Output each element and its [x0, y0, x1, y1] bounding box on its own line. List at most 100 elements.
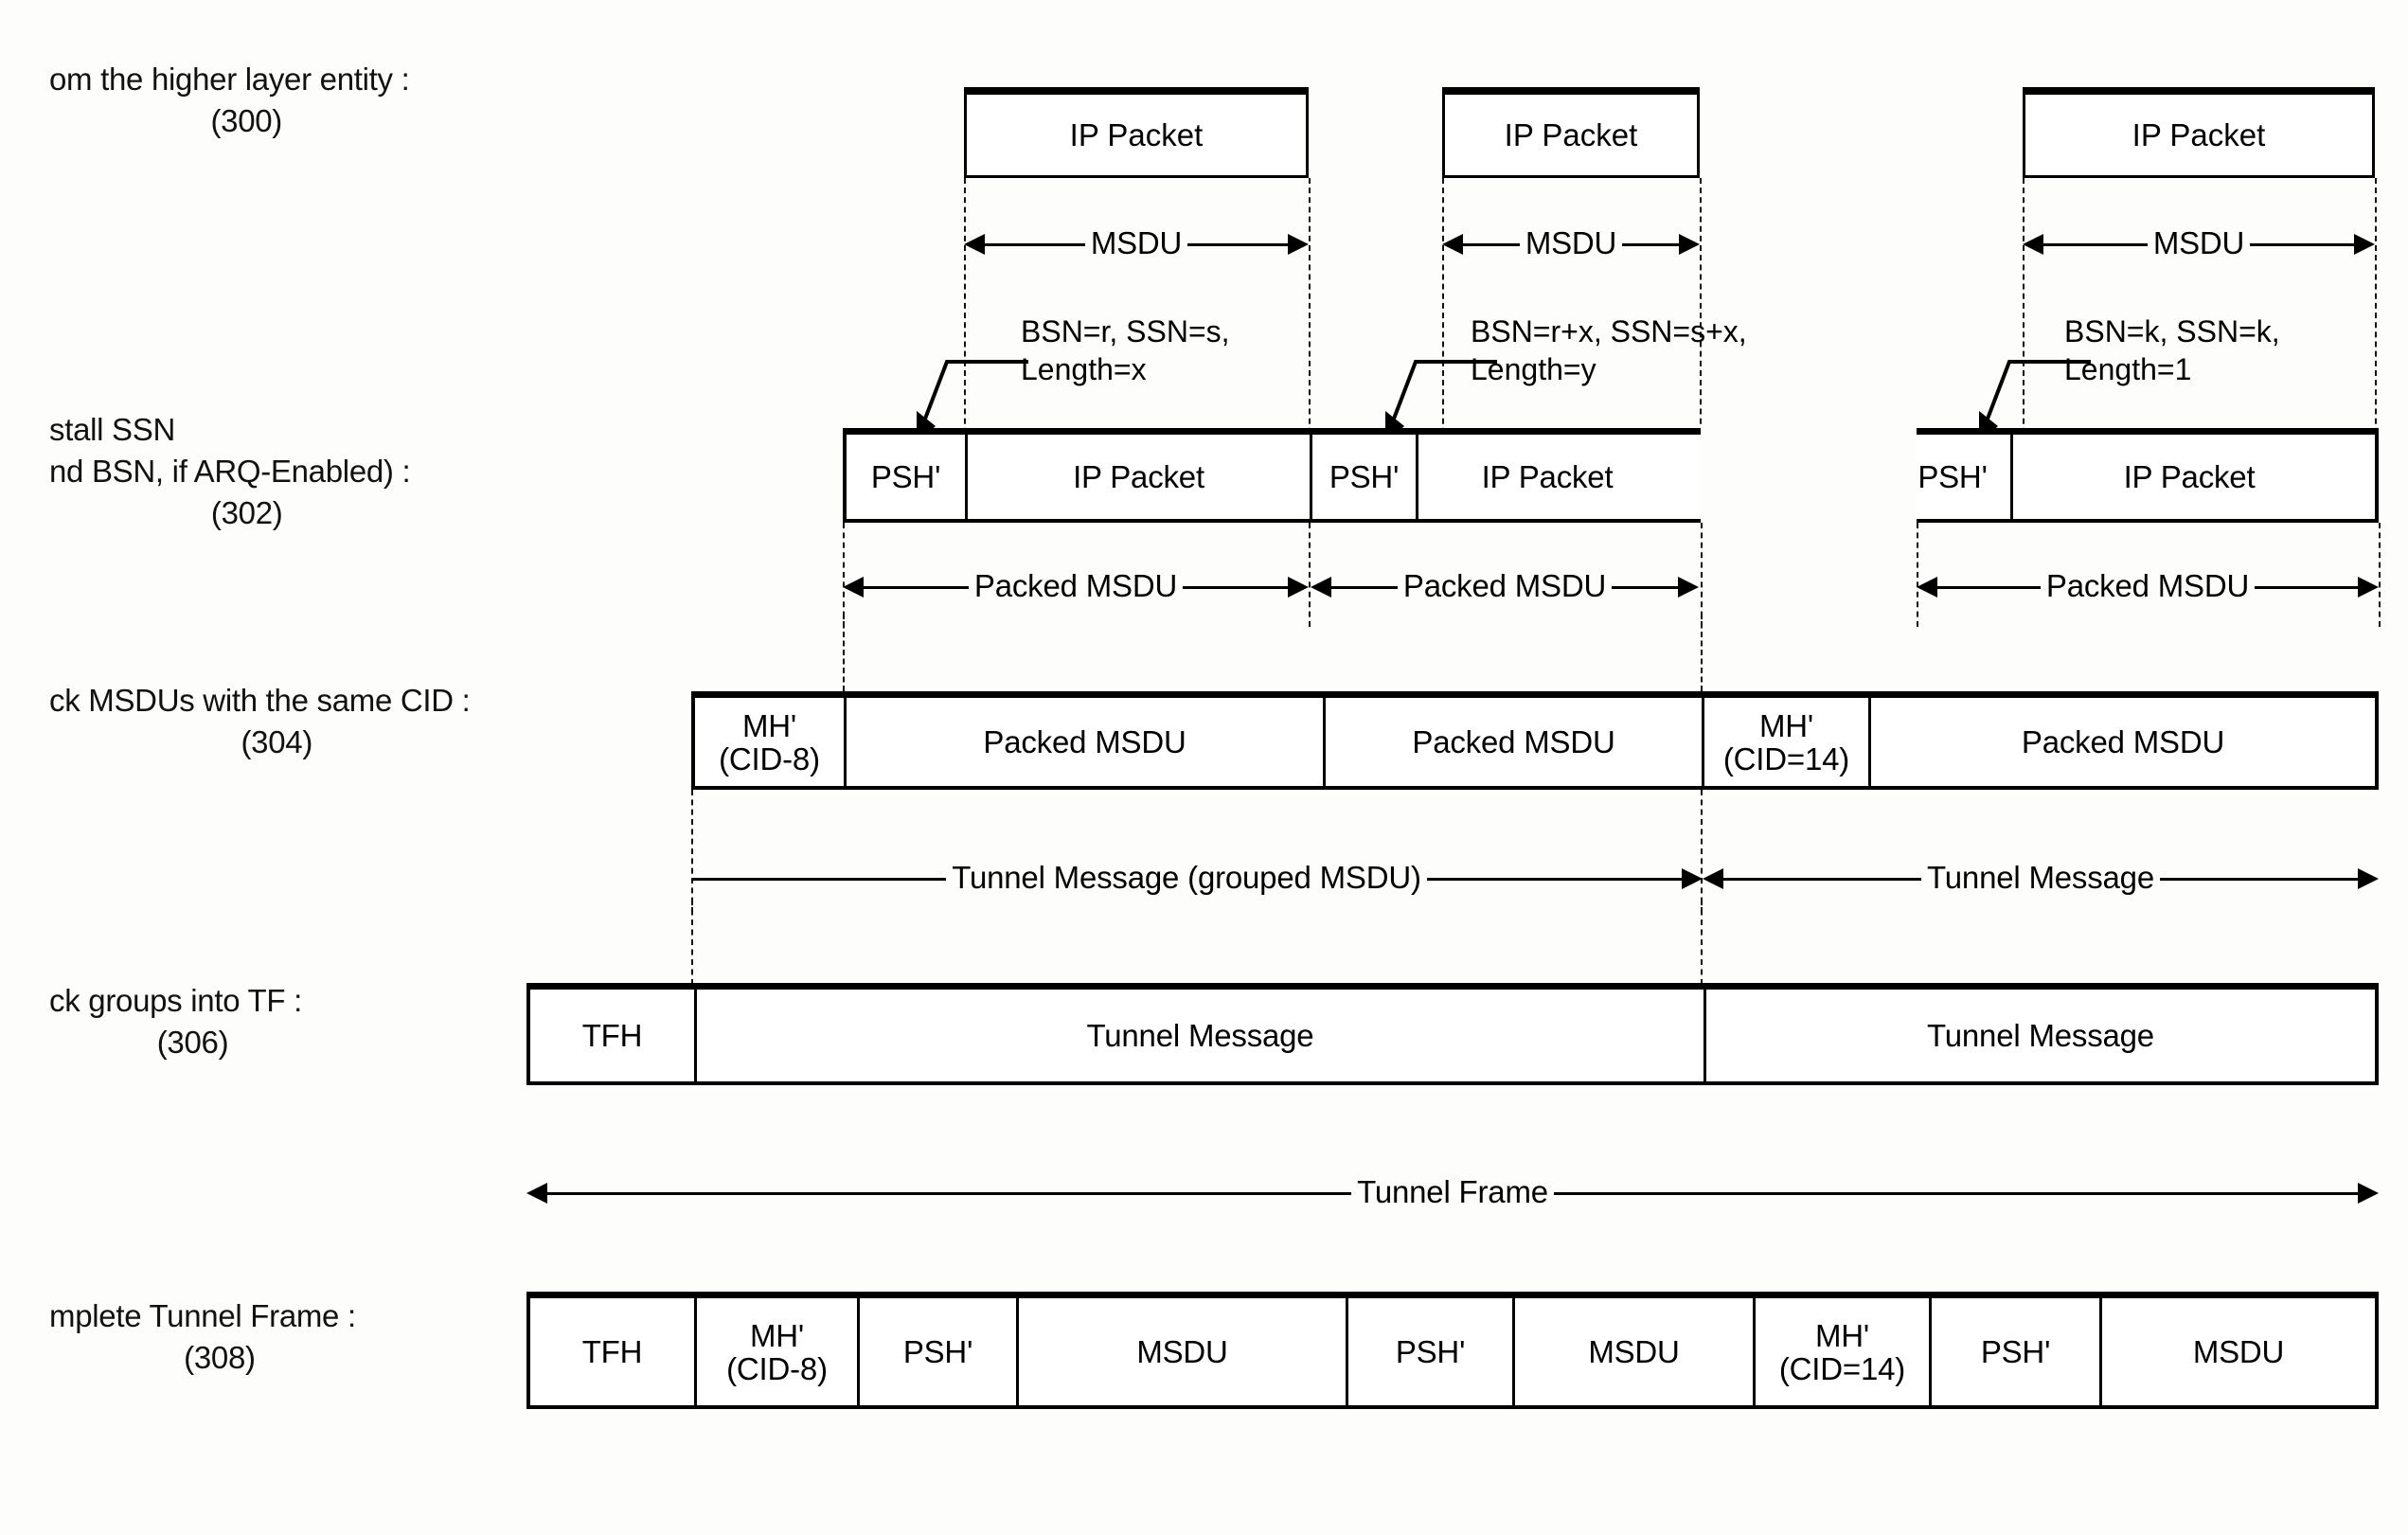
guide-dash-g2: [1701, 900, 1703, 985]
cell-mh-cid-14-line2: (CID=14): [1722, 741, 1850, 776]
callout-bsn-ssn-2: BSN=r+x, SSN=s+x, Length=y: [1471, 312, 1747, 388]
row-308-complete-tunnel-frame: TFH MH' (CID-8) PSH' MSDU PSH' MSDU MH' …: [526, 1292, 2379, 1409]
dimension-msdu-1: MSDU: [964, 225, 1309, 263]
cell-tfh-306: TFH: [530, 990, 697, 1081]
dimension-tunnel-message-2-label: Tunnel Message: [1927, 859, 2154, 895]
stage-label-306: ck groups into TF : (306): [49, 980, 302, 1063]
arrow-right-icon: [2358, 1183, 2380, 1204]
cell-mh-cid-8: MH' (CID-8): [695, 698, 847, 786]
dimension-line: [2043, 242, 2148, 246]
arrow-left-icon: [1917, 577, 1937, 598]
cell-mh-cid-8-line1: MH': [741, 707, 797, 743]
stage-label-300: om the higher layer entity : (300): [49, 59, 410, 142]
stage-label-300-line1: om the higher layer entity :: [49, 62, 410, 97]
callout-bsn-ssn-1-line1: BSN=r, SSN=s,: [1021, 314, 1230, 348]
cell-packed-msdu-2-label: Packed MSDU: [1412, 723, 1615, 759]
guide-dash-g1: [691, 900, 693, 985]
cell-psh-1: PSH': [847, 435, 968, 519]
cell-psh-2-label: PSH': [1329, 458, 1400, 494]
cell-tunnel-message-2-label: Tunnel Message: [1927, 1017, 2154, 1053]
dimension-line: [547, 1191, 1352, 1195]
dimension-line: [985, 242, 1085, 246]
dimension-line: [1937, 585, 2041, 589]
cell-packed-msdu-1: Packed MSDU: [847, 698, 1326, 786]
dimension-tunnel-message-2: Tunnel Message: [1703, 859, 2380, 898]
cell-tunnel-message-1: Tunnel Message: [697, 990, 1706, 1081]
dimension-line: [691, 877, 947, 881]
dimension-tunnel-frame: Tunnel Frame: [526, 1174, 2380, 1212]
cell-308-msdu-3: MSDU: [2102, 1298, 2375, 1405]
dimension-msdu-1-label: MSDU: [1090, 224, 1183, 260]
stage-label-308: mplete Tunnel Frame : (308): [49, 1295, 356, 1379]
row-304-tunnel-messages: MH' (CID-8) Packed MSDU Packed MSDU MH' …: [691, 691, 2379, 790]
dimension-line: [2159, 877, 2359, 881]
cell-mh-cid-8-line2: (CID-8): [719, 741, 820, 776]
ip-packet-box-1-label: IP Packet: [1069, 116, 1204, 152]
cell-308-psh-2-label: PSH': [1395, 1333, 1466, 1369]
arrow-left-icon: [843, 577, 864, 598]
stage-number-300: (300): [210, 103, 282, 138]
dimension-line: [1622, 242, 1679, 246]
dimension-line: [2255, 585, 2359, 589]
cell-ip-packet-2-label: IP Packet: [1481, 458, 1614, 494]
cell-packed-msdu-2: Packed MSDU: [1326, 698, 1704, 786]
guide-dash-d3: [1701, 523, 1703, 627]
callout-bsn-ssn-1: BSN=r, SSN=s, Length=x: [1021, 312, 1230, 388]
stage-number-302: (302): [210, 495, 283, 530]
stage-number-304: (304): [241, 724, 313, 759]
arrow-left-icon: [2023, 234, 2043, 255]
cell-tunnel-message-1-label: Tunnel Message: [1086, 1017, 1314, 1053]
dimension-msdu-2: MSDU: [1442, 225, 1700, 263]
cell-tfh-308: TFH: [530, 1298, 697, 1405]
dimension-msdu-3: MSDU: [2023, 225, 2375, 263]
stage-label-302-line2: nd BSN, if ARQ-Enabled) :: [49, 454, 411, 489]
dimension-packed-msdu-1: Packed MSDU: [843, 567, 1310, 606]
cell-mh-cid-14: MH' (CID=14): [1704, 698, 1871, 786]
cell-packed-msdu-3-label: Packed MSDU: [2021, 723, 2225, 759]
stage-label-308-line1: mplete Tunnel Frame :: [49, 1298, 356, 1333]
cell-308-mh-cid-8: MH' (CID-8): [697, 1298, 860, 1405]
dimension-packed-msdu-3-label: Packed MSDU: [2045, 567, 2250, 603]
arrow-left-icon: [1311, 577, 1331, 598]
arrow-right-icon: [2358, 868, 2380, 889]
dimension-line: [1553, 1191, 2359, 1195]
callout-bsn-ssn-3: BSN=k, SSN=k, Length=1: [2064, 312, 2280, 388]
dimension-packed-msdu-2: Packed MSDU: [1311, 568, 1700, 606]
cell-308-msdu-3-label: MSDU: [2192, 1333, 2285, 1369]
stage-label-302-line1: stall SSN: [49, 412, 176, 447]
cell-308-msdu-2-label: MSDU: [1588, 1333, 1680, 1369]
arrow-left-icon: [964, 234, 985, 255]
dimension-line: [1612, 585, 1679, 589]
guide-dash-e2: [1701, 614, 1703, 691]
guide-dash-c2: [2375, 178, 2377, 443]
row-302-packed-msdus: PSH' IP Packet PSH' IP Packet PSH' IP Pa…: [843, 428, 2379, 523]
cell-psh-2: PSH': [1312, 435, 1418, 519]
dimension-packed-msdu-1-label: Packed MSDU: [973, 567, 1178, 603]
cell-308-msdu-1: MSDU: [1019, 1298, 1348, 1405]
callout-bsn-ssn-2-line2: Length=y: [1471, 352, 1596, 386]
stage-label-306-line1: ck groups into TF :: [49, 983, 302, 1018]
dimension-msdu-3-label: MSDU: [2152, 224, 2245, 260]
arrow-right-icon: [1678, 577, 1700, 598]
arrow-right-icon: [2354, 234, 2375, 255]
dimension-line: [1463, 242, 1520, 246]
stage-number-306: (306): [156, 1025, 229, 1060]
cell-308-psh-2: PSH': [1348, 1298, 1515, 1405]
ip-packet-box-3-label: IP Packet: [2132, 116, 2266, 152]
arrow-right-icon: [2358, 577, 2380, 598]
dimension-line: [1183, 585, 1289, 589]
cell-ip-packet-1: IP Packet: [968, 435, 1312, 519]
guide-dash-e1: [843, 614, 845, 691]
ip-packet-box-3: IP Packet: [2023, 87, 2375, 178]
callout-bsn-ssn-1-line2: Length=x: [1021, 352, 1147, 386]
stage-label-302: stall SSN nd BSN, if ARQ-Enabled) : (302…: [49, 409, 411, 534]
cell-308-mh-cid-14-line2: (CID=14): [1778, 1350, 1906, 1386]
arrow-left-icon: [1703, 868, 1723, 889]
cell-psh-1-label: PSH': [870, 458, 941, 494]
stage-number-308: (308): [184, 1340, 256, 1375]
cell-308-msdu-2: MSDU: [1515, 1298, 1756, 1405]
guide-dash-d5: [2379, 523, 2381, 627]
cell-ip-packet-2: IP Packet: [1418, 435, 1676, 519]
cell-tfh-308-label: TFH: [581, 1333, 643, 1369]
row-306-tunnel-frame: TFH Tunnel Message Tunnel Message: [526, 983, 2379, 1085]
